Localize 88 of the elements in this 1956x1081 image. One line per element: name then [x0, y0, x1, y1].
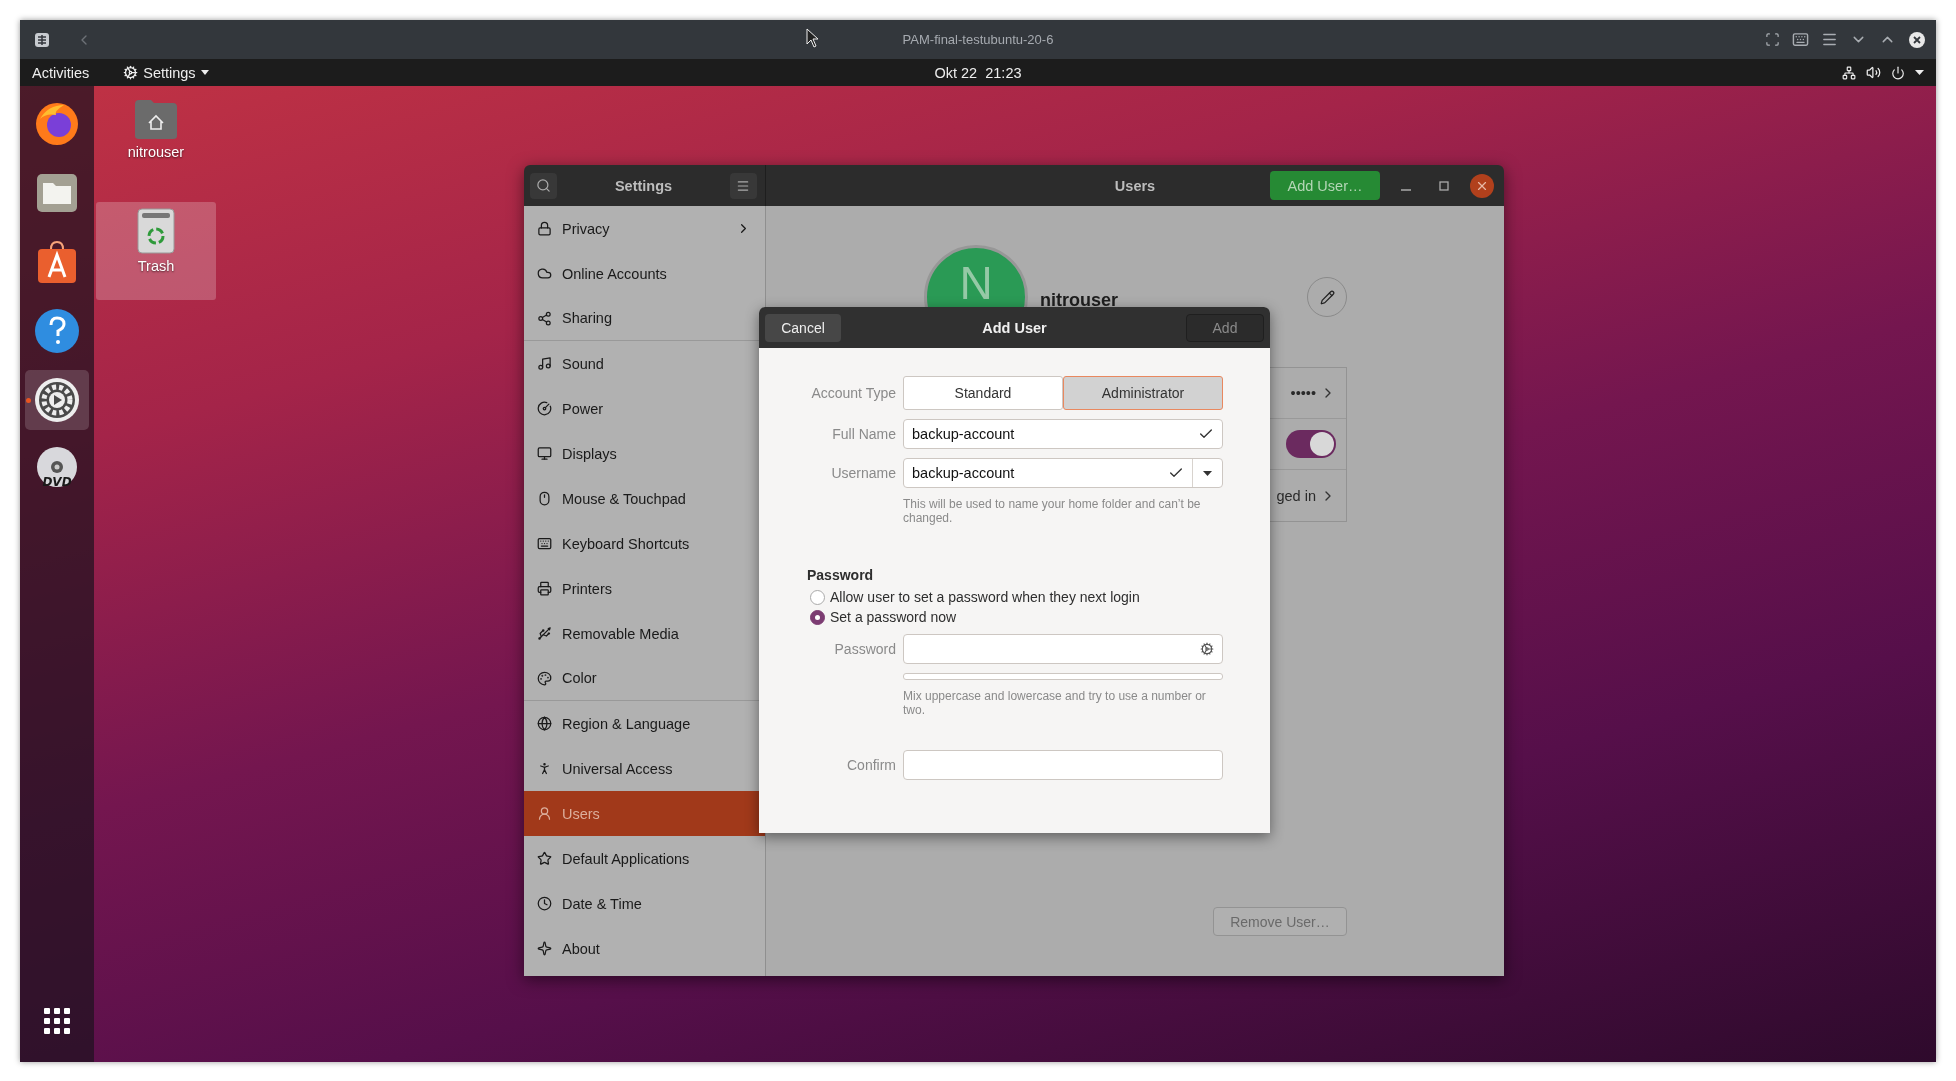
- sidebar-item[interactable]: Date & Time: [524, 881, 765, 926]
- menu-icon[interactable]: [1821, 31, 1838, 48]
- radio-option[interactable]: Set a password now: [810, 609, 1270, 625]
- hint-text: This will be used to name your home folder and can’t be changed.: [903, 497, 1202, 525]
- monitor-icon: [537, 446, 552, 461]
- sidebar-item[interactable]: Universal Access: [524, 746, 765, 791]
- toggle-switch[interactable]: [1286, 430, 1336, 458]
- sidebar-item[interactable]: Mouse & Touchpad: [524, 476, 765, 521]
- minimize-icon: [1401, 188, 1411, 191]
- maximize-icon: [1439, 180, 1449, 191]
- search-button[interactable]: [530, 172, 557, 199]
- hint-text: Mix uppercase and lowercase and try to use a number or two.: [903, 689, 1207, 717]
- cloud-icon: [537, 266, 552, 281]
- caret-icon: [200, 70, 209, 75]
- account-type-option[interactable]: Administrator: [1063, 376, 1223, 410]
- activities-button[interactable]: Activities: [32, 64, 90, 81]
- close-icon[interactable]: [1908, 30, 1926, 49]
- sidebar-item[interactable]: About: [524, 926, 765, 971]
- dock-item[interactable]: [25, 370, 89, 430]
- sidebar-item[interactable]: Privacy: [524, 206, 765, 251]
- volume-icon[interactable]: [1866, 65, 1881, 80]
- field-label: Username: [830, 465, 896, 481]
- star-icon: [537, 851, 552, 866]
- sidebar-item[interactable]: Removable Media: [524, 611, 765, 656]
- panel-title: Users: [1114, 177, 1156, 194]
- row-value: ged in: [1276, 487, 1316, 504]
- radio-option[interactable]: Allow user to set a password when they next login: [810, 589, 1270, 605]
- dock-item[interactable]: DVD: [25, 439, 89, 499]
- field-label: Password: [833, 641, 896, 657]
- sidebar-item[interactable]: Printers: [524, 566, 765, 611]
- browser-icon: [34, 101, 80, 147]
- menu-icon: [736, 178, 751, 193]
- confirm-field[interactable]: [903, 750, 1223, 780]
- sidebar-item[interactable]: Sound: [524, 341, 765, 386]
- full-name-field[interactable]: backup-account: [903, 419, 1223, 449]
- sidebar-item[interactable]: Keyboard Shortcuts: [524, 521, 765, 566]
- trash-icon: [137, 208, 175, 254]
- app-menu[interactable]: Settings: [123, 64, 209, 81]
- mouse-icon: [537, 491, 552, 506]
- user-name: nitrouser: [1040, 289, 1118, 311]
- keyboard-icon: [537, 536, 552, 551]
- share-icon: [537, 310, 552, 326]
- section-heading: Password: [807, 567, 875, 583]
- grid-icon[interactable]: [34, 31, 50, 48]
- user-icon: [537, 806, 552, 821]
- gear-icon: [123, 65, 139, 80]
- sidebar-item[interactable]: Default Applications: [524, 836, 765, 881]
- row-value: •••••: [1290, 385, 1316, 401]
- keyboard-icon[interactable]: [1792, 31, 1809, 48]
- clock-icon: [537, 896, 552, 911]
- apps-grid-icon[interactable]: [44, 1008, 70, 1034]
- lock-icon: [537, 221, 552, 236]
- caret-icon[interactable]: [1915, 70, 1924, 75]
- pencil-icon: [1319, 289, 1335, 305]
- pointer-icon: [806, 28, 820, 48]
- sparkle-icon: [537, 941, 552, 956]
- caret-icon: [1203, 470, 1212, 476]
- sidebar-item[interactable]: Power: [524, 386, 765, 431]
- gear-icon: [33, 376, 81, 424]
- cancel-button[interactable]: Cancel: [765, 313, 841, 342]
- home-folder-icon: [133, 98, 179, 140]
- help-icon: [34, 308, 80, 354]
- gear-icon[interactable]: [1200, 642, 1214, 656]
- menu-button[interactable]: [730, 172, 757, 199]
- person-icon: [537, 761, 552, 776]
- folder-icon: [35, 171, 79, 215]
- sidebar-item[interactable]: Region & Language: [524, 701, 765, 746]
- field-label: Account Type: [810, 385, 896, 401]
- sidebar-item[interactable]: Displays: [524, 431, 765, 476]
- sidebar-title: Settings: [614, 177, 673, 194]
- network-icon[interactable]: [1842, 65, 1856, 80]
- desktop-icon[interactable]: Trash: [96, 202, 216, 300]
- sidebar-item[interactable]: Online Accounts: [524, 251, 765, 296]
- music-note-icon: [537, 356, 552, 371]
- password-field[interactable]: [903, 634, 1223, 664]
- shopping-bag-icon: [35, 239, 79, 285]
- field-label: Full Name: [831, 426, 896, 442]
- window-title: PAM-final-testubuntu-20-6: [902, 32, 1054, 47]
- close-button[interactable]: [1470, 173, 1494, 198]
- desktop-icon[interactable]: nitrouser: [96, 92, 216, 190]
- field-label: Confirm: [846, 757, 896, 773]
- clock[interactable]: Okt 22 21:23: [934, 64, 1022, 81]
- fullscreen-icon[interactable]: [1765, 32, 1780, 47]
- printer-icon: [537, 581, 552, 596]
- search-icon: [536, 178, 551, 193]
- account-type-option[interactable]: Standard: [903, 376, 1063, 410]
- globe-icon: [537, 716, 552, 731]
- usb-drive-icon: [537, 626, 552, 641]
